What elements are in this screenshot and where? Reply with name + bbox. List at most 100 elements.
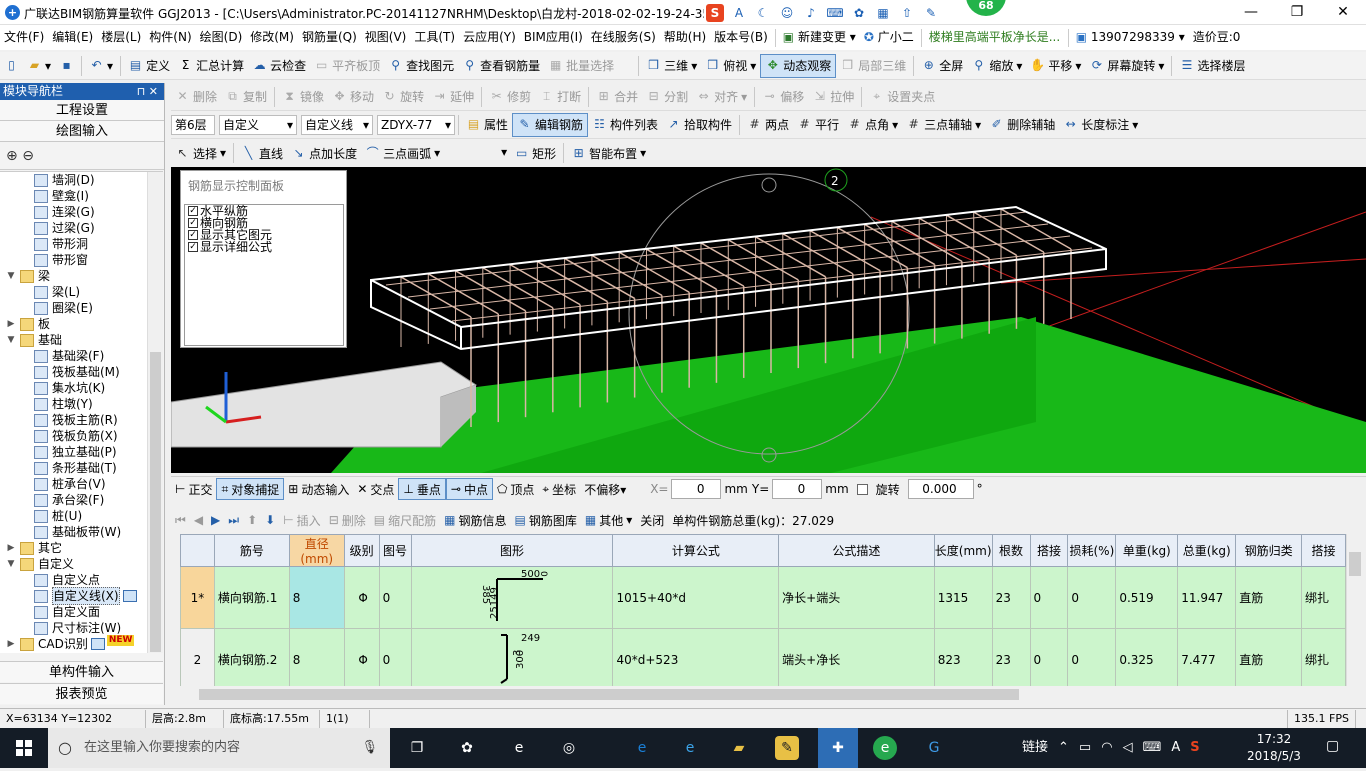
tree-toggle-icon[interactable]: ▼ xyxy=(6,556,16,572)
taskbar-search[interactable]: ○ 在这里输入你要搜索的内容 🎙 xyxy=(48,728,390,768)
cell-total-weight[interactable]: 11.947 xyxy=(1177,566,1237,629)
tray-link[interactable]: 链接 xyxy=(1022,728,1048,768)
category-select[interactable]: 自定义 ▾ xyxy=(219,114,297,135)
notification-icon[interactable]: ▢ xyxy=(1326,738,1339,754)
y-input[interactable]: 0 xyxy=(772,479,823,499)
menu-cloud[interactable]: 云应用(Y) xyxy=(459,25,520,50)
cell-desc[interactable]: 端头+净长 xyxy=(778,628,935,686)
scale-button[interactable]: ▤ 缩尺配筋 xyxy=(370,512,440,529)
grip-button[interactable]: ⌖ 设置夹点 xyxy=(865,85,939,109)
col-count[interactable]: 根数 xyxy=(991,534,1031,567)
menu-bim[interactable]: BIM应用(I) xyxy=(520,25,587,50)
level-top-button[interactable]: ▭ 平齐板顶 xyxy=(310,54,384,78)
cell-name[interactable]: 横向钢筋.1 xyxy=(213,566,290,629)
col-lap[interactable]: 搭接 xyxy=(1029,534,1069,567)
smart-layout-button[interactable]: ⊞ 智能布置 ▾ xyxy=(567,141,650,165)
attr-button[interactable]: ▤ 属性 xyxy=(462,113,512,137)
col-class[interactable]: 钢筋归类 xyxy=(1235,534,1302,567)
expand-all-icon[interactable]: ⊕ xyxy=(6,148,18,164)
shirt-icon[interactable]: ✿ xyxy=(850,4,868,22)
mirror-button[interactable]: ⧗ 镜像 xyxy=(278,85,328,109)
three-arc-button[interactable]: ⌒ 三点画弧 ▾ xyxy=(361,141,444,165)
split-button[interactable]: ⊟ 分割 xyxy=(642,85,692,109)
lib-button[interactable]: ▤ 钢筋图库 xyxy=(510,512,580,529)
table-row[interactable]: 1* 横向钢筋.1 8 Φ 0 385 25149 500 0 1015+40*… xyxy=(180,566,1346,629)
dynamic-view-button[interactable]: ✥ 动态观察 xyxy=(760,53,837,78)
cell-class[interactable]: 直筋 xyxy=(1235,566,1302,629)
col-name[interactable]: 筋号 xyxy=(213,534,290,567)
pick-button[interactable]: ↗ 拾取构件 xyxy=(662,113,736,137)
cell-class[interactable]: 直筋 xyxy=(1235,628,1302,686)
moon-icon[interactable]: ☾ xyxy=(754,4,772,22)
info-button[interactable]: ▦ 钢筋信息 xyxy=(440,512,510,529)
batch-select-button[interactable]: ▦ 批量选择 xyxy=(544,54,618,78)
copy-button[interactable]: ⧉ 复制 xyxy=(221,85,271,109)
local-3d-button[interactable]: ❒ 局部三维 xyxy=(836,54,910,78)
upload-icon[interactable]: ⇧ xyxy=(898,4,916,22)
account-button[interactable]: ▣ 13907298339 ▾ xyxy=(1072,25,1189,50)
vertex-button[interactable]: ⬠ 顶点 xyxy=(493,478,538,500)
drawing-input-button[interactable]: 绘图输入 xyxy=(0,121,164,142)
cell-lap2[interactable]: 绑扎 xyxy=(1301,628,1346,686)
cell-formula[interactable]: 1015+40*d xyxy=(612,566,780,629)
tree-item[interactable]: ▶ CAD识别 NEW xyxy=(0,634,163,652)
three-aux-button[interactable]: # 三点辅轴 ▾ xyxy=(902,113,985,137)
col-unit-weight[interactable]: 单重(kg) xyxy=(1115,534,1179,567)
trim-button[interactable]: ✂ 修剪 xyxy=(485,85,535,109)
battery-icon[interactable]: ▭ xyxy=(1079,728,1091,768)
tree-item[interactable]: 尺寸标注(W) xyxy=(0,620,163,636)
coord-button[interactable]: ⌖ 坐标 xyxy=(538,478,580,500)
del-aux-button[interactable]: ✐ 删除辅轴 xyxy=(985,113,1059,137)
comp-list-button[interactable]: ☷ 构件列表 xyxy=(588,113,662,137)
cell-count[interactable]: 23 xyxy=(991,628,1031,686)
fan-app-icon[interactable]: ✿ xyxy=(455,736,479,760)
tree-item[interactable]: 集水坑(K) xyxy=(0,380,163,396)
menu-file[interactable]: 文件(F) xyxy=(0,25,48,50)
move-up-button[interactable]: ⬆ xyxy=(243,513,261,527)
sogou-tray-icon[interactable]: S xyxy=(1190,728,1199,768)
new-file-button[interactable]: ▯ xyxy=(0,54,23,78)
360-app-icon[interactable]: e xyxy=(873,736,897,760)
menu-component[interactable]: 构件(N) xyxy=(145,25,195,50)
perpendicular-button[interactable]: ⊥ 垂点 xyxy=(398,478,446,500)
layer-icon[interactable] xyxy=(122,590,137,602)
line-button[interactable]: ╲ 直线 xyxy=(237,141,287,165)
col-lap2[interactable]: 搭接 xyxy=(1301,534,1346,567)
zoom-button[interactable]: ⚲ 缩放 ▾ xyxy=(967,54,1026,78)
undo-button[interactable]: ↶ ▾ xyxy=(85,54,117,78)
ggj-app-icon[interactable]: ✚ xyxy=(818,728,858,768)
tree-item[interactable]: 承台梁(F) xyxy=(0,492,163,508)
ime-indicator[interactable]: A xyxy=(1171,728,1180,768)
checkbox-checked-icon[interactable]: ✓ xyxy=(188,230,198,240)
new-change-button[interactable]: ▣ 新建变更 ▾ xyxy=(779,25,860,50)
select-floor-button[interactable]: ☰ 选择楼层 xyxy=(1175,54,1249,78)
cell-fig[interactable]: 0 xyxy=(378,628,412,686)
two-point-button[interactable]: # 两点 xyxy=(743,113,793,137)
arc-mode-select[interactable]: ▾ xyxy=(450,143,511,163)
cell-lap2[interactable]: 绑扎 xyxy=(1301,566,1346,629)
tree-toggle-icon[interactable]: ▶ xyxy=(6,540,16,556)
cell-diameter[interactable]: 8 xyxy=(288,628,345,686)
cell-unit-weight[interactable]: 0.519 xyxy=(1115,566,1179,629)
offset-button[interactable]: ⊸ 偏移 xyxy=(758,85,808,109)
report-preview-button[interactable]: 报表预览 xyxy=(0,683,163,704)
prev-button[interactable]: ◀ xyxy=(190,513,207,527)
menu-view[interactable]: 视图(V) xyxy=(361,25,411,50)
3d-viewport[interactable]: 2 xyxy=(171,167,1366,473)
cell-loss[interactable]: 0 xyxy=(1067,566,1117,629)
last-button[interactable]: ⏭ xyxy=(224,513,243,528)
guangxiaoer-button[interactable]: ✪ 广小二 xyxy=(860,25,918,50)
pan-button[interactable]: ✋ 平移 ▾ xyxy=(1026,54,1085,78)
checkbox-checked-icon[interactable]: ✓ xyxy=(188,218,198,228)
col-grade[interactable]: 级别 xyxy=(343,534,380,567)
tree-item[interactable]: 筏板负筋(X) xyxy=(0,428,163,444)
font-a-icon[interactable]: A xyxy=(730,4,748,22)
checkbox-checked-icon[interactable]: ✓ xyxy=(188,242,198,252)
rotate-input[interactable]: 0.000 xyxy=(907,479,974,499)
col-formula[interactable]: 计算公式 xyxy=(612,534,780,567)
notice-link[interactable]: 楼梯里高端平板净长是... xyxy=(925,25,1065,50)
name-select[interactable]: ZDYX-77 ▾ xyxy=(377,114,455,135)
tree-item[interactable]: 独立基础(P) xyxy=(0,444,163,460)
smile-icon[interactable]: ☺ xyxy=(778,4,796,22)
move-down-button[interactable]: ⬇ xyxy=(261,513,279,527)
